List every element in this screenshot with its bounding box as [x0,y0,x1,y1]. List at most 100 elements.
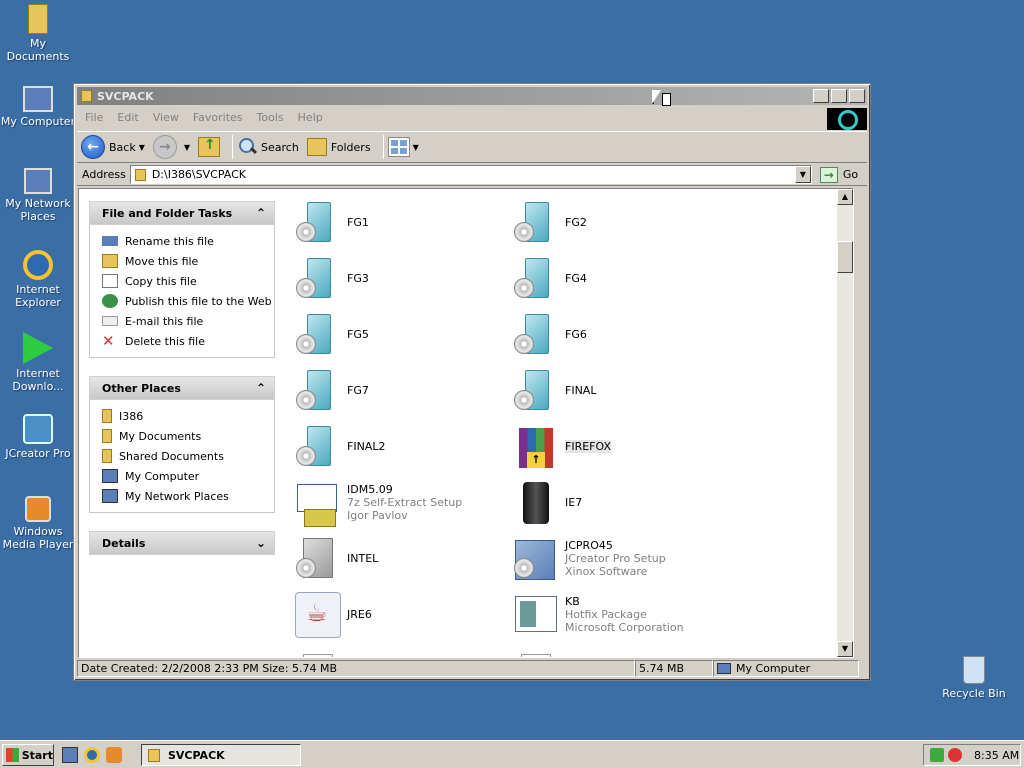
place-my-network-places[interactable]: My Network Places [102,486,274,506]
file-item[interactable]: FG1 [293,194,503,250]
collapse-chevron-icon[interactable]: ⌃ [256,381,266,395]
file-item[interactable]: FG2 [511,194,721,250]
back-button[interactable]: ← Back ▼ [81,135,145,159]
other-places-panel: Other Places ⌃ I386 My Documents Shared … [89,376,275,513]
place-my-computer[interactable]: My Computer [102,466,274,486]
task-email[interactable]: E-mail this file [102,311,274,331]
file-item[interactable]: FIREFOX [511,418,721,474]
address-input[interactable]: D:\I386\SVCPACK ▼ [129,165,812,184]
file-name: FIREFOX [565,439,611,453]
close-button[interactable]: × [849,89,865,103]
desktop-icon-windows-media-player[interactable]: Windows Media Player [0,496,76,551]
details-title: Details [102,536,146,550]
dropdown-arrow-icon[interactable]: ▼ [184,143,190,152]
file-item[interactable]: FINAL2 [293,418,503,474]
jcreator-icon [23,414,53,444]
file-item[interactable]: IE7 [511,474,721,530]
desktop-icon-internet-explorer[interactable]: Internet Explorer [0,250,76,309]
file-item[interactable]: FG6 [511,306,721,362]
my-computer-icon [23,86,53,112]
task-publish[interactable]: Publish this file to the Web [102,291,274,311]
vertical-scrollbar[interactable]: ▲ ▼ [837,189,853,657]
menu-view[interactable]: View [153,111,179,124]
file-item[interactable]: FINAL [511,362,721,418]
system-tray: 8:35 AM [923,744,1021,766]
scroll-thumb[interactable] [837,241,853,273]
taskbar-button-svcpack[interactable]: SVCPACK [141,744,301,766]
file-name: JCPRO45 [565,538,613,552]
file-item[interactable]: FG3 [293,250,503,306]
up-folder-button[interactable] [198,137,221,157]
file-item[interactable]: KB Hotfix Package Microsoft Corporation [511,586,721,642]
file-item[interactable]: KB884575.CA [511,642,721,657]
file-name: IE7 [565,495,583,509]
desktop-icon-recycle-bin[interactable]: Recycle Bin [936,656,1012,700]
maximize-button[interactable]: □ [831,89,847,103]
views-button[interactable]: ▼ [387,137,419,157]
start-label: Start [21,748,53,762]
security-alert-icon[interactable] [948,748,962,762]
file-item[interactable]: KB873339.CA [293,642,503,657]
file-item[interactable]: IDM5.09 7z Self-Extract Setup Igor Pavlov [293,474,503,530]
folders-button[interactable]: Folders [306,138,371,156]
start-button[interactable]: Start [2,744,54,766]
scroll-up-arrow[interactable]: ▲ [837,189,853,205]
menu-favorites[interactable]: Favorites [193,111,243,124]
desktop-icon-my-network-places[interactable]: My Network Places [0,168,76,223]
explorer-window: SVCPACK _ □ × File Edit View Favorites T… [73,83,871,681]
title-bar[interactable]: SVCPACK _ □ × [77,87,867,105]
menu-tools[interactable]: Tools [257,111,284,124]
file-item[interactable]: FG7 [293,362,503,418]
cd-folder-icon [511,198,559,246]
details-panel: Details ⌄ [89,531,275,555]
desktop-icon-internet-download-manager[interactable]: Internet Downlo... [0,332,76,393]
rename-icon [102,236,118,246]
dropdown-arrow-icon[interactable]: ▼ [139,143,145,152]
task-delete[interactable]: ✕ Delete this file [102,331,274,351]
address-dropdown-button[interactable]: ▼ [794,166,811,183]
other-places-header[interactable]: Other Places ⌃ [89,376,275,400]
place-my-documents[interactable]: My Documents [102,426,274,446]
menu-file[interactable]: File [85,111,103,124]
task-rename[interactable]: Rename this file [102,231,274,251]
file-item[interactable]: FG5 [293,306,503,362]
menu-help[interactable]: Help [298,111,323,124]
expand-chevron-icon[interactable]: ⌄ [256,536,266,550]
place-shared-documents[interactable]: Shared Documents [102,446,274,466]
go-button[interactable]: → Go [819,166,859,183]
file-tasks-header[interactable]: File and Folder Tasks ⌃ [89,201,275,225]
task-copy[interactable]: Copy this file [102,271,274,291]
network-tray-icon[interactable] [930,748,944,762]
forward-button[interactable]: → ▼ [152,135,190,159]
media-player-icon[interactable] [106,747,122,763]
file-item[interactable]: INTEL [293,530,503,586]
address-bar: Address D:\I386\SVCPACK ▼ → Go [77,164,867,186]
my-documents-icon [28,4,48,34]
file-name: FINAL [565,383,597,397]
file-name: FG1 [347,215,369,229]
details-header[interactable]: Details ⌄ [89,531,275,555]
internet-explorer-icon[interactable] [84,747,100,763]
dropdown-arrow-icon[interactable]: ▼ [413,143,419,152]
place-i386[interactable]: I386 [102,406,274,426]
show-desktop-icon[interactable] [62,747,78,763]
file-item[interactable]: FG4 [511,250,721,306]
clock[interactable]: 8:35 AM [974,749,1019,762]
desktop-icon-my-documents[interactable]: My Documents [0,4,76,63]
go-label: Go [842,168,859,181]
other-places-title: Other Places [102,381,181,395]
file-publisher: Xinox Software [565,564,648,578]
menu-edit[interactable]: Edit [117,111,138,124]
collapse-chevron-icon[interactable]: ⌃ [256,206,266,220]
desktop-icon-jcreator-pro[interactable]: JCreator Pro [0,414,76,460]
windows-flag-icon [6,748,19,762]
desktop-icon-my-computer[interactable]: My Computer [0,86,76,128]
file-item[interactable]: JRE6 [293,586,503,642]
search-button[interactable]: Search [237,137,299,157]
scroll-down-arrow[interactable]: ▼ [837,641,853,657]
file-list: FG1 FG2 FG3 FG4 FG5 FG6 FG7 FINAL FINAL2 FIREFOX I… [289,189,839,657]
menu-bar: File Edit View Favorites Tools Help [77,106,867,128]
task-move[interactable]: Move this file [102,251,274,271]
minimize-button[interactable]: _ [813,89,829,103]
file-item[interactable]: JCPRO45 JCreator Pro Setup Xinox Software [511,530,721,586]
